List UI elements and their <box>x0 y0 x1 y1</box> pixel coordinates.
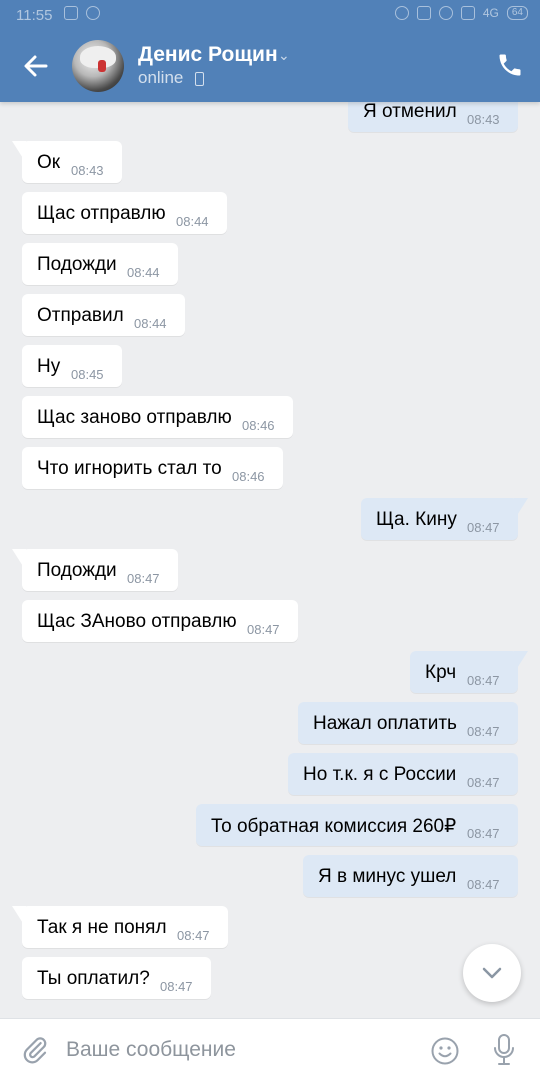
message-time: 08:47 <box>160 979 193 994</box>
outgoing-message[interactable]: Крч 08:47 <box>410 651 528 693</box>
message-input[interactable] <box>66 1031 406 1069</box>
bubble-tail <box>12 549 26 571</box>
message-time: 08:46 <box>242 418 275 433</box>
message-time: 08:44 <box>176 214 209 229</box>
outgoing-message[interactable]: Ща. Кину 08:47 <box>361 498 528 540</box>
message-text: Ну <box>37 356 61 377</box>
status-notification-icons <box>64 6 100 20</box>
bubble-tail <box>12 906 26 928</box>
status-system-icons: 4G 64 <box>394 6 528 20</box>
network-type: 4G <box>482 6 499 20</box>
message-time: 08:47 <box>467 520 500 535</box>
message-text: Ща. Кину <box>376 509 457 530</box>
incoming-message[interactable]: Щас ЗАново отправлю 08:47 <box>22 600 298 642</box>
message-text: Нажал оплатить <box>313 713 457 734</box>
smiley-icon <box>431 1037 459 1065</box>
arrow-left-icon <box>24 55 48 77</box>
message-time: 08:47 <box>467 826 500 841</box>
chevron-down-icon[interactable]: ⌄ <box>278 47 290 64</box>
message-time: 08:47 <box>467 673 500 688</box>
incoming-message[interactable]: Подожди 08:47 <box>12 549 178 591</box>
incoming-message[interactable]: Отправил 08:44 <box>22 294 185 336</box>
message-text: Ок <box>37 152 61 173</box>
message-text: Подожди <box>37 560 117 581</box>
message-composer <box>0 1018 540 1080</box>
signal-icon <box>460 6 475 20</box>
bubble-tail <box>12 141 26 163</box>
message-time: 08:47 <box>467 877 500 892</box>
contact-avatar[interactable] <box>72 40 124 92</box>
message-text: Щас ЗАново отправлю <box>37 611 237 632</box>
outgoing-message[interactable]: Нажал оплатить 08:47 <box>298 702 518 744</box>
status-time: 11:55 <box>16 7 53 24</box>
bubble-tail <box>514 651 528 673</box>
chat-header: 11:55 4G 64 Денис Рощин ⌄ online <box>0 0 540 102</box>
message-text: Но т.к. я с России <box>303 764 457 785</box>
incoming-message[interactable]: Ок 08:43 <box>12 141 122 183</box>
mobile-device-icon <box>195 72 204 86</box>
outgoing-message[interactable]: Но т.к. я с России 08:47 <box>288 753 518 795</box>
bluetooth-icon <box>394 6 409 20</box>
scroll-down-button[interactable] <box>463 944 521 1002</box>
message-time: 08:46 <box>232 469 265 484</box>
message-time: 08:44 <box>127 265 160 280</box>
message-text: Щас заново отправлю <box>37 407 232 428</box>
message-text: Подожди <box>37 254 117 275</box>
outgoing-message[interactable]: Я в минус ушел 08:47 <box>303 855 518 897</box>
message-time: 08:47 <box>127 571 160 586</box>
notification-search-icon <box>86 6 100 20</box>
incoming-message[interactable]: Что игнорить стал то 08:46 <box>22 447 283 489</box>
message-text: Так я не понял <box>37 917 167 938</box>
incoming-message[interactable]: Подожди 08:44 <box>22 243 178 285</box>
message-time: 08:47 <box>467 724 500 739</box>
notification-app-icon <box>64 6 78 20</box>
call-button[interactable] <box>496 51 524 79</box>
mute-icon <box>416 6 431 20</box>
message-text: Щас отправлю <box>37 203 166 224</box>
message-text: Ты оплатил? <box>37 968 150 989</box>
alarm-icon <box>438 6 453 20</box>
contact-name[interactable]: Денис Рощин <box>138 43 278 67</box>
microphone-icon <box>494 1034 514 1065</box>
message-text: Что игнорить стал то <box>37 458 222 479</box>
incoming-message[interactable]: Ну 08:45 <box>22 345 122 387</box>
message-text: Я в минус ушел <box>318 866 457 887</box>
status-bar: 11:55 4G 64 <box>0 0 540 32</box>
message-time: 08:44 <box>134 316 167 331</box>
incoming-message[interactable]: Ты оплатил? 08:47 <box>22 957 211 999</box>
phone-icon <box>499 54 521 76</box>
attach-button[interactable] <box>20 1035 50 1065</box>
message-time: 08:47 <box>177 928 210 943</box>
message-time: 08:47 <box>247 622 280 637</box>
message-list[interactable]: Я отменил 08:43 Ок 08:43 Щас отправлю 08:44 По… <box>0 102 540 1018</box>
message-time: 08:43 <box>71 163 104 178</box>
message-text: То обратная комиссия 260₽ <box>211 816 457 837</box>
outgoing-message[interactable]: То обратная комиссия 260₽ 08:47 <box>196 804 518 846</box>
outgoing-message[interactable]: Я отменил 08:43 <box>348 102 518 132</box>
emoji-button[interactable] <box>430 1036 460 1066</box>
message-time: 08:45 <box>71 367 104 382</box>
paperclip-icon <box>23 1037 47 1064</box>
incoming-message[interactable]: Щас отправлю 08:44 <box>22 192 227 234</box>
back-button[interactable] <box>20 50 52 82</box>
message-text: Я отменил <box>363 102 457 122</box>
contact-status: online <box>138 68 184 87</box>
battery-indicator: 64 <box>506 6 528 20</box>
message-text: Отправил <box>37 305 124 326</box>
voice-message-button[interactable] <box>490 1033 518 1067</box>
chevron-down-icon <box>482 967 502 979</box>
message-text: Крч <box>425 662 457 683</box>
bubble-tail <box>514 498 528 520</box>
message-time: 08:43 <box>467 112 500 127</box>
message-time: 08:47 <box>467 775 500 790</box>
incoming-message[interactable]: Так я не понял 08:47 <box>12 906 228 948</box>
incoming-message[interactable]: Щас заново отправлю 08:46 <box>22 396 293 438</box>
